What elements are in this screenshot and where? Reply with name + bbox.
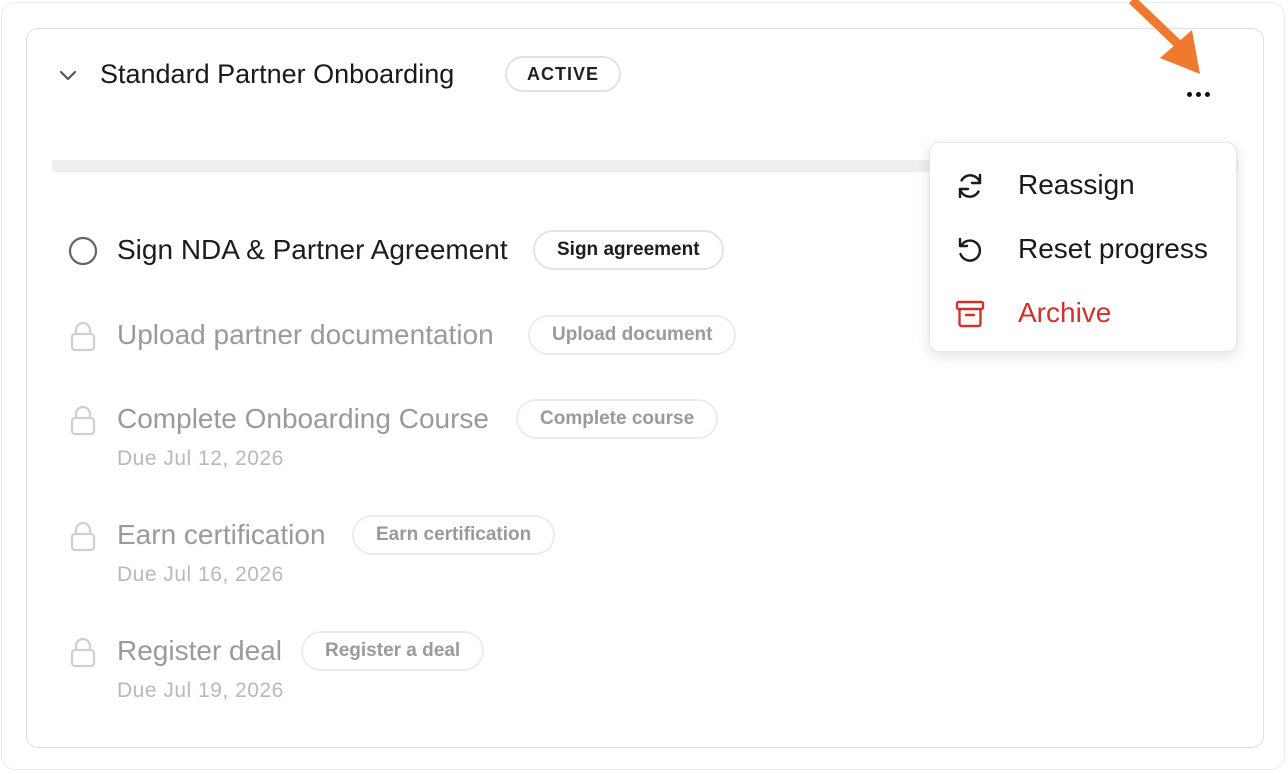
lock-icon <box>70 405 96 436</box>
task-action-button[interactable]: Earn certification <box>352 515 556 555</box>
lock-icon <box>70 637 96 668</box>
circle-icon[interactable] <box>66 234 100 268</box>
more-options-menu: Reassign Reset progress Archive <box>929 142 1237 352</box>
task-due-date: Due Jul 19, 2026 <box>117 679 284 702</box>
lock-icon <box>70 521 96 552</box>
menu-item-reassign[interactable]: Reassign <box>930 157 1236 213</box>
task-label: Upload partner documentation <box>117 319 494 350</box>
task-due-date: Due Jul 12, 2026 <box>117 447 284 470</box>
reset-icon <box>958 237 982 262</box>
task-label: Complete Onboarding Course <box>117 403 489 434</box>
menu-item-archive[interactable]: Archive <box>930 285 1236 341</box>
task-action-button[interactable]: Upload document <box>528 315 737 355</box>
menu-item-label: Archive <box>1018 297 1112 328</box>
task-label: Earn certification <box>117 519 326 550</box>
archive-icon <box>955 300 985 328</box>
task-due-date: Due Jul 16, 2026 <box>117 563 284 586</box>
menu-item-reset-progress[interactable]: Reset progress <box>930 221 1236 277</box>
task-action-button[interactable]: Complete course <box>516 399 719 439</box>
menu-item-label: Reassign <box>1018 169 1135 200</box>
annotation-arrow-icon <box>1128 0 1200 74</box>
refresh-icon <box>958 173 982 199</box>
more-options-button[interactable] <box>1178 80 1218 108</box>
menu-item-label: Reset progress <box>1018 233 1208 264</box>
task-action-button[interactable]: Register a deal <box>301 631 485 671</box>
task-label: Sign NDA & Partner Agreement <box>117 234 508 265</box>
task-label: Register deal <box>117 635 282 666</box>
status-badge: ACTIVE <box>505 56 622 92</box>
workflow-title: Standard Partner Onboarding <box>100 59 455 89</box>
lock-icon <box>70 321 96 352</box>
chevron-down-icon[interactable] <box>57 64 79 86</box>
more-horizontal-icon <box>1186 91 1192 97</box>
task-action-button[interactable]: Sign agreement <box>533 230 724 270</box>
